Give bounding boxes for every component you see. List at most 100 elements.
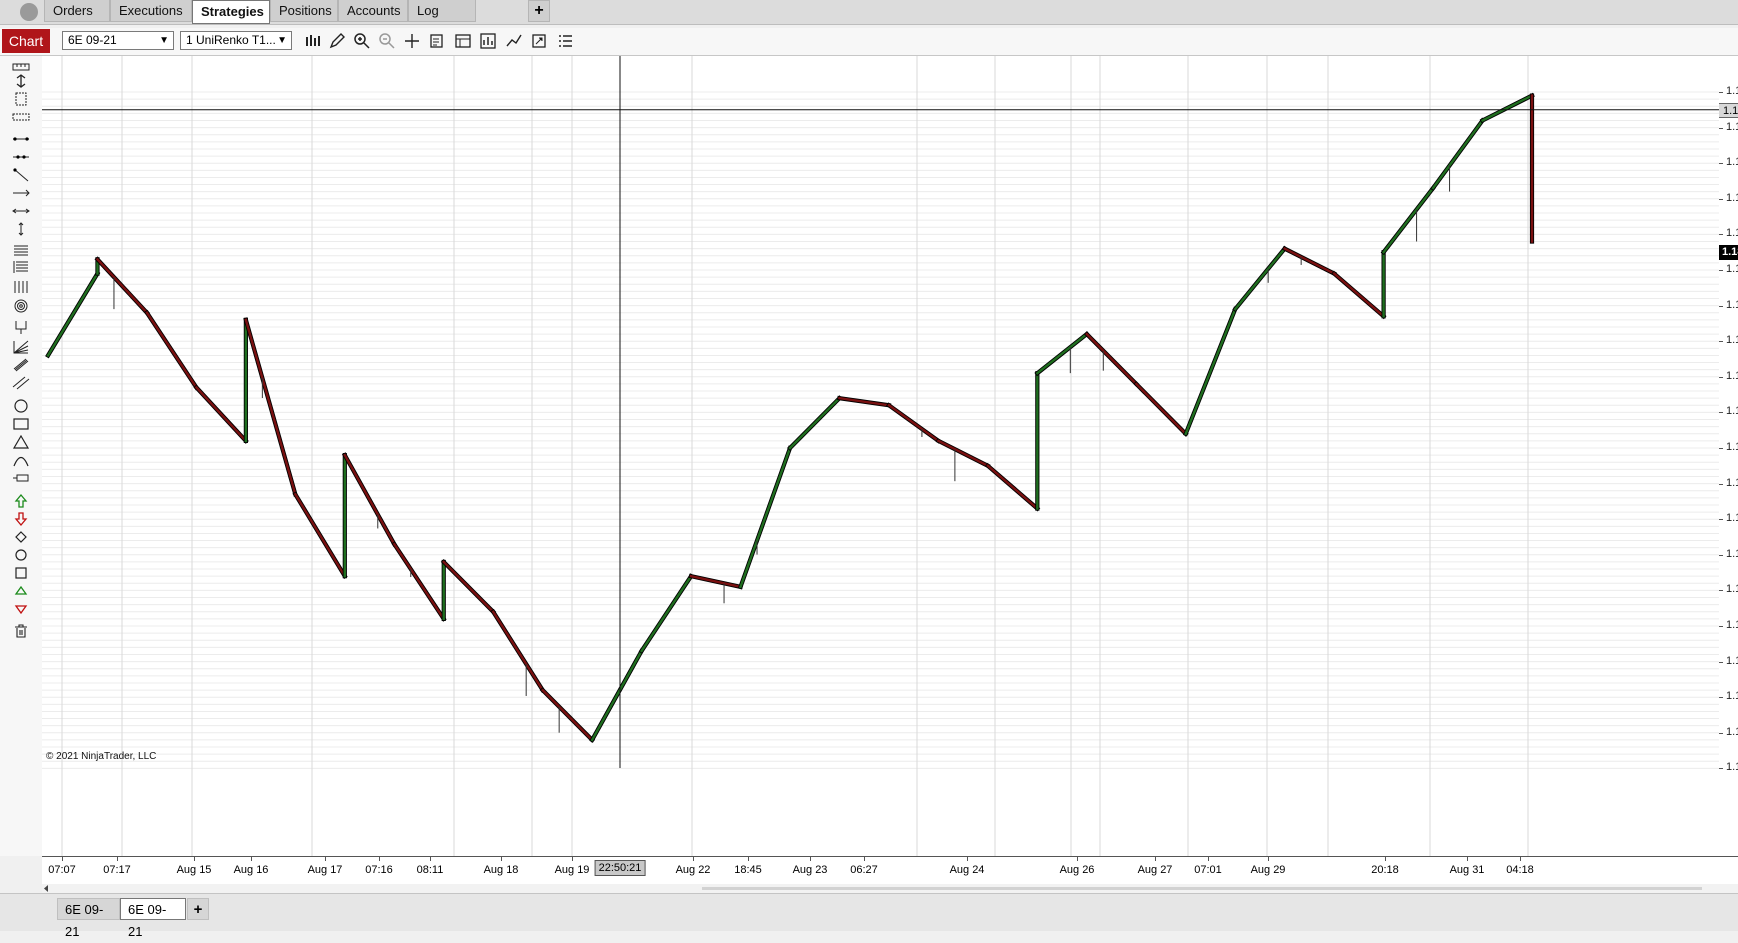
bar-type-selector[interactable]: 1 UniRenko T1... ▼ <box>180 31 292 50</box>
price-tick <box>1719 234 1723 236</box>
region-icon[interactable] <box>12 92 30 106</box>
time-tick-label: Aug 29 <box>1250 864 1286 876</box>
price-tick-label: 1.168 <box>1726 690 1738 703</box>
price-tick-label: 1.178 <box>1726 334 1738 347</box>
fibonacci-circle-icon[interactable] <box>12 299 30 313</box>
chart-panel[interactable]: © 2021 NinjaTrader, LLC <box>42 56 1719 856</box>
price-tick <box>1719 554 1723 556</box>
price-tick-label: 1.180 <box>1726 263 1738 275</box>
fibonacci-retracement-icon[interactable] <box>12 244 30 258</box>
price-tick <box>1719 661 1723 663</box>
properties-icon[interactable] <box>454 32 472 50</box>
time-tick-label: Aug 15 <box>176 864 212 876</box>
renko-down-segment <box>343 453 396 546</box>
zoom-out-icon[interactable] <box>378 32 396 50</box>
share-icon[interactable] <box>530 32 548 50</box>
list-icon[interactable] <box>556 32 574 50</box>
trash-icon[interactable] <box>12 624 30 638</box>
add-chart-tab-button[interactable]: + <box>187 898 209 920</box>
triangle-down-icon[interactable] <box>12 602 30 616</box>
scroll-left-icon[interactable] <box>42 884 52 893</box>
ellipse-icon[interactable] <box>12 399 30 413</box>
time-tick <box>967 857 968 861</box>
time-tick-label: Aug 23 <box>792 864 828 876</box>
tab-strategies[interactable]: Strategies <box>192 0 270 24</box>
rectangle-icon[interactable] <box>12 417 30 431</box>
price-tick <box>1719 768 1723 770</box>
strategy-icon[interactable] <box>505 32 523 50</box>
scrollbar-thumb[interactable] <box>702 887 1702 890</box>
trend-channel-icon[interactable] <box>12 376 30 390</box>
arrow-up-icon[interactable] <box>12 494 30 508</box>
time-tick-label: Aug 31 <box>1449 864 1485 876</box>
renko-down-segment <box>392 542 446 621</box>
regression-channel-icon[interactable] <box>12 358 30 372</box>
region-highlight-icon[interactable] <box>12 110 30 124</box>
chart-scrollbar[interactable] <box>42 884 1738 893</box>
ray-icon[interactable] <box>12 168 30 182</box>
time-tick <box>748 857 749 861</box>
time-axis[interactable]: 22:50:21 07:07 07:17 Aug 15 Aug 16 Aug 17 07:… <box>42 856 1738 884</box>
price-tick <box>1719 305 1723 307</box>
renko-down-segment <box>244 318 297 496</box>
time-tick <box>501 857 502 861</box>
chart-tab-bar: 6E 09-21 6E 09-21 + <box>0 893 1738 939</box>
ruler-icon[interactable] <box>12 60 30 74</box>
zoom-in-icon[interactable] <box>353 32 371 50</box>
tab-log[interactable]: Log <box>408 0 476 22</box>
time-tick <box>693 857 694 861</box>
crosshair-icon[interactable] <box>403 32 421 50</box>
square-icon[interactable] <box>12 566 30 580</box>
price-tick-label: 1.181 <box>1726 227 1738 240</box>
triangle-up-icon[interactable] <box>12 584 30 598</box>
bar-type-value: 1 UniRenko T1... <box>186 33 276 47</box>
drawing-tools-bar <box>0 56 43 856</box>
renko-down-segment <box>293 492 347 578</box>
tab-executions[interactable]: Executions <box>110 0 192 22</box>
data-box-icon[interactable] <box>428 32 446 50</box>
tab-positions[interactable]: Positions <box>270 0 338 22</box>
price-tick-label: 1.174 <box>1726 476 1738 489</box>
price-chart[interactable] <box>42 56 1719 856</box>
price-tick <box>1719 341 1723 343</box>
price-axis[interactable]: 1.184 1.180 1.185 1.184 1.183 1.182 1.181 1.1… <box>1719 56 1738 856</box>
risk-reward-icon[interactable] <box>12 74 30 88</box>
chevron-down-icon: ▼ <box>159 35 169 46</box>
instrument-selector[interactable]: 6E 09-21 ▼ <box>62 31 174 50</box>
pencil-icon[interactable] <box>328 32 346 50</box>
text-icon[interactable] <box>12 471 30 485</box>
fibonacci-extension-icon[interactable] <box>12 260 30 274</box>
time-tick <box>194 857 195 861</box>
horizontal-line-icon[interactable] <box>12 204 30 218</box>
vertical-line-icon[interactable] <box>12 222 30 236</box>
cursor-time-label: 22:50:21 <box>594 860 646 876</box>
tab-orders[interactable]: Orders <box>44 0 110 22</box>
indicators-icon[interactable] <box>479 32 497 50</box>
andrews-pitchfork-icon[interactable] <box>12 320 30 334</box>
chevron-down-icon: ▼ <box>277 35 287 46</box>
triangle-icon[interactable] <box>12 435 30 449</box>
bar-style-icon[interactable] <box>304 32 322 50</box>
renko-up-segment <box>46 271 100 358</box>
chart-tab-2[interactable]: 6E 09-21 <box>120 898 186 939</box>
time-extensions-icon[interactable] <box>12 280 30 294</box>
gann-fan-icon[interactable] <box>12 340 30 354</box>
time-tick-label: Aug 26 <box>1059 864 1095 876</box>
arrow-line-icon[interactable] <box>12 186 30 200</box>
price-tick <box>1719 127 1723 129</box>
instrument-value: 6E 09-21 <box>68 33 117 47</box>
chart-menu-button[interactable]: Chart <box>2 29 50 53</box>
extended-line-icon[interactable] <box>12 150 30 164</box>
dot-icon[interactable] <box>12 548 30 562</box>
arrow-down-icon[interactable] <box>12 512 30 526</box>
add-tab-button[interactable]: + <box>528 0 550 22</box>
tab-accounts[interactable]: Accounts <box>338 0 408 22</box>
time-tick-label: 04:18 <box>1506 864 1534 876</box>
price-tick <box>1719 376 1723 378</box>
chart-tab-1[interactable]: 6E 09-21 <box>57 898 120 939</box>
diamond-icon[interactable] <box>12 530 30 544</box>
app-logo-icon[interactable] <box>20 3 38 21</box>
chart-toolbar: Chart 6E 09-21 ▼ 1 UniRenko T1... ▼ <box>0 28 1738 56</box>
line-icon[interactable] <box>12 132 30 146</box>
arc-icon[interactable] <box>12 453 30 467</box>
